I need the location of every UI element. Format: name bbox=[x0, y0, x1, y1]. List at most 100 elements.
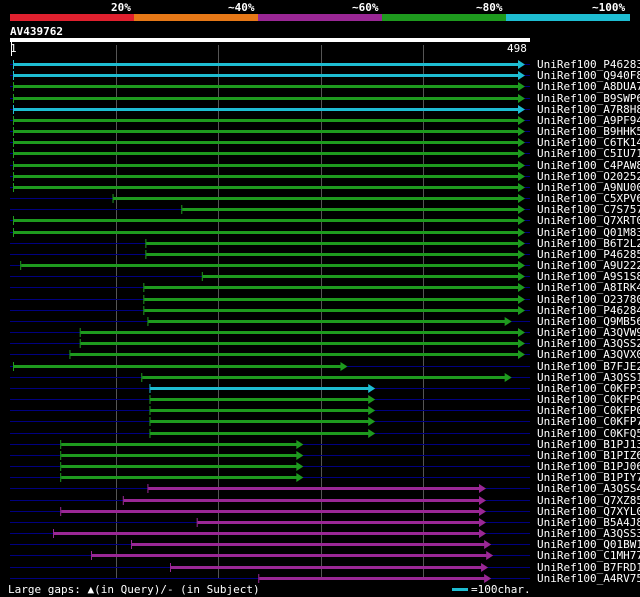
hit-label[interactable]: UniRef100_A8IRK4 bbox=[537, 282, 640, 293]
hit-label[interactable]: UniRef100_C0KFP7 bbox=[537, 416, 640, 427]
hit-start-tick bbox=[149, 417, 151, 426]
hit-bar bbox=[150, 409, 370, 412]
hit-start-tick bbox=[147, 317, 149, 326]
hit-bar bbox=[113, 197, 519, 200]
hit-label[interactable]: UniRef100_A3QVX0 bbox=[537, 349, 640, 360]
hit-arrow bbox=[481, 563, 489, 572]
hit-bar bbox=[148, 320, 506, 323]
hit-bar bbox=[148, 487, 481, 490]
hit-start-tick bbox=[141, 373, 143, 382]
hit-bar bbox=[14, 85, 519, 88]
hit-bar bbox=[14, 175, 519, 178]
hit-bar bbox=[182, 208, 519, 211]
hit-arrow bbox=[479, 484, 487, 493]
hit-arrow bbox=[479, 496, 487, 505]
hit-arrow bbox=[518, 350, 525, 359]
hit-arrow bbox=[368, 406, 376, 415]
hit-arrow bbox=[518, 250, 525, 259]
hit-label[interactable]: UniRef100_C5IU71 bbox=[537, 148, 640, 159]
hit-bar bbox=[14, 119, 519, 122]
hit-start-tick bbox=[13, 105, 14, 114]
hit-start-tick bbox=[201, 272, 203, 281]
hit-arrow bbox=[518, 261, 525, 270]
hit-start-tick bbox=[112, 194, 114, 203]
hit-bar bbox=[14, 219, 519, 222]
hit-bar bbox=[70, 353, 519, 356]
hit-arrow bbox=[518, 283, 525, 292]
hit-arrow bbox=[518, 194, 525, 203]
hit-start-tick bbox=[149, 395, 151, 404]
hit-arrow bbox=[518, 272, 525, 281]
hit-start-tick bbox=[90, 551, 92, 560]
hit-arrow bbox=[479, 507, 487, 516]
hit-start-tick bbox=[53, 529, 55, 538]
hit-bar bbox=[21, 264, 519, 267]
hit-bar bbox=[14, 186, 519, 189]
hit-start-tick bbox=[258, 574, 260, 583]
hit-arrow bbox=[368, 384, 376, 393]
hit-bar bbox=[150, 432, 370, 435]
hit-arrow bbox=[518, 149, 525, 158]
hit-start-tick bbox=[60, 462, 62, 471]
hit-start-tick bbox=[143, 283, 145, 292]
hit-start-tick bbox=[149, 406, 151, 415]
hit-bar bbox=[91, 554, 488, 557]
hit-bar bbox=[14, 108, 519, 111]
scale-legend-line bbox=[452, 588, 468, 591]
hit-arrow bbox=[486, 551, 494, 560]
hit-bar bbox=[144, 309, 519, 312]
hit-bar bbox=[142, 376, 506, 379]
hit-bar bbox=[14, 141, 519, 144]
hit-arrow bbox=[296, 462, 304, 471]
hit-bar bbox=[14, 63, 519, 66]
hit-bar bbox=[61, 443, 298, 446]
hit-start-tick bbox=[170, 563, 172, 572]
hit-label[interactable]: UniRef100_C1MH77 bbox=[537, 550, 640, 561]
hit-arrow bbox=[504, 373, 512, 382]
hit-arrow bbox=[518, 161, 525, 170]
hit-bar bbox=[171, 566, 483, 569]
hit-start-tick bbox=[13, 161, 14, 170]
hit-label[interactable]: UniRef100_A3QSS4 bbox=[537, 483, 640, 494]
hit-bar bbox=[132, 543, 486, 546]
hit-label[interactable]: UniRef100_A4RV75 bbox=[537, 573, 640, 584]
hit-arrow bbox=[296, 440, 304, 449]
hit-arrow bbox=[518, 295, 525, 304]
hit-start-tick bbox=[13, 228, 14, 237]
hit-label[interactable]: UniRef100_Q7XRT0 bbox=[537, 215, 640, 226]
hit-arrow bbox=[518, 205, 525, 214]
hit-bar bbox=[150, 387, 370, 390]
hit-start-tick bbox=[13, 216, 14, 225]
hit-label[interactable]: UniRef100_A8DUA7 bbox=[537, 81, 640, 92]
hit-bar bbox=[123, 499, 481, 502]
large-gaps-legend: Large gaps: ▲(in Query)/- (in Subject) bbox=[8, 583, 260, 596]
hit-bar bbox=[61, 476, 298, 479]
hit-start-tick bbox=[69, 350, 71, 359]
hit-start-tick bbox=[13, 127, 14, 136]
hit-bar bbox=[150, 420, 370, 423]
hit-arrow bbox=[504, 317, 512, 326]
hit-bar bbox=[14, 97, 519, 100]
hit-start-tick bbox=[143, 295, 145, 304]
hit-start-tick bbox=[13, 94, 14, 103]
hit-arrow bbox=[518, 216, 525, 225]
hit-start-tick bbox=[122, 496, 124, 505]
hit-arrow bbox=[479, 529, 487, 538]
hit-start-tick bbox=[145, 250, 147, 259]
hit-bar bbox=[61, 454, 298, 457]
hit-arrow bbox=[518, 228, 525, 237]
hit-start-tick bbox=[60, 440, 62, 449]
hit-arrow bbox=[518, 71, 525, 80]
hit-bar bbox=[80, 342, 520, 345]
hit-bar bbox=[14, 231, 519, 234]
hit-arrow bbox=[518, 306, 525, 315]
hit-arrow bbox=[368, 395, 376, 404]
hit-arrow bbox=[518, 82, 525, 91]
hit-arrow bbox=[368, 417, 376, 426]
hit-start-tick bbox=[13, 60, 14, 69]
hit-bar bbox=[14, 365, 342, 368]
hit-arrow bbox=[296, 451, 304, 460]
hit-arrow bbox=[340, 362, 348, 371]
hit-bar bbox=[146, 253, 519, 256]
hit-bar bbox=[14, 74, 519, 77]
